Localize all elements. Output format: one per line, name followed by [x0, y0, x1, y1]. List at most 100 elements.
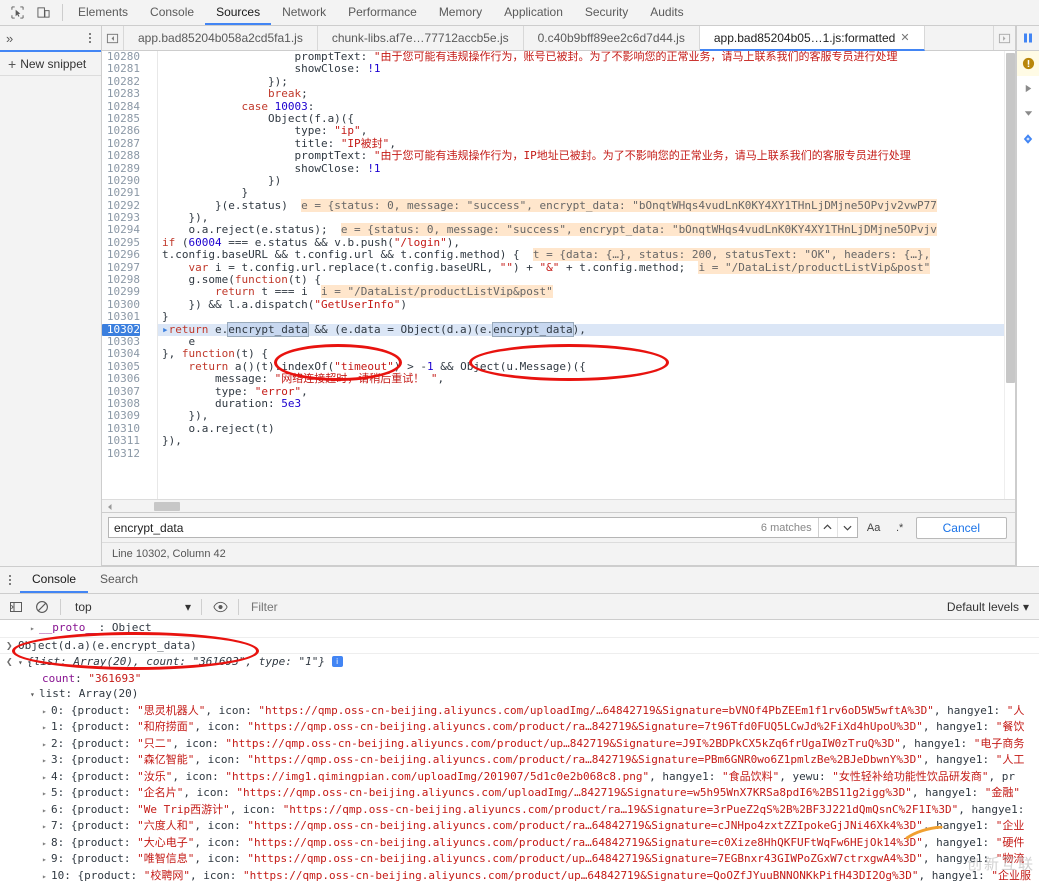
- drawer-menu-icon[interactable]: [0, 567, 20, 593]
- code-line[interactable]: o.a.reject(t): [158, 423, 1015, 435]
- execution-context-select[interactable]: top ▾: [67, 597, 195, 617]
- line-number[interactable]: 10288: [102, 150, 140, 162]
- tabs-scroll-right-icon[interactable]: [993, 26, 1015, 50]
- editor-tab-3[interactable]: app.bad85204b05…1.js:formatted ✕: [700, 26, 925, 51]
- tab-security[interactable]: Security: [574, 0, 639, 25]
- code-vscroll-thumb[interactable]: [1006, 53, 1015, 383]
- code-line[interactable]: showClose: !1: [158, 163, 1015, 175]
- code-line[interactable]: duration: 5e3: [158, 398, 1015, 410]
- tab-application[interactable]: Application: [493, 0, 574, 25]
- console-array-row[interactable]: ▸10: {product: "校聘网", icon: "https://qmp…: [0, 868, 1039, 885]
- editor-tab-0[interactable]: app.bad85204b058a2cd5fa1.js: [124, 26, 318, 50]
- code-line[interactable]: e: [158, 336, 1015, 348]
- hscroll-left-icon[interactable]: [104, 501, 115, 512]
- line-number[interactable]: 10281: [102, 63, 140, 75]
- search-input[interactable]: [109, 518, 755, 537]
- code-line[interactable]: t.config.baseURL && t.config.url && t.co…: [158, 249, 1015, 261]
- editor-tab-2[interactable]: 0.c40b9bff89ee2c6d7d44.js: [524, 26, 700, 50]
- console-array-row[interactable]: ▸6: {product: "We Trip西游计", icon: "https…: [0, 802, 1039, 819]
- code-line[interactable]: }),: [158, 435, 1015, 447]
- warning-icon[interactable]: [1017, 51, 1039, 76]
- tab-console[interactable]: Console: [139, 0, 205, 25]
- code-line[interactable]: }: [158, 187, 1015, 199]
- line-number[interactable]: 10309: [102, 410, 140, 422]
- console-array-row[interactable]: ▸3: {product: "森亿智能", icon: "https://qmp…: [0, 752, 1039, 769]
- console-input-expression[interactable]: ❯Object(d.a)(e.encrypt_data): [0, 637, 1039, 655]
- code-line[interactable]: }, function(t) {: [158, 348, 1015, 360]
- cancel-button[interactable]: Cancel: [916, 517, 1007, 539]
- console-array-row[interactable]: ▸2: {product: "只二", icon: "https://qmp.o…: [0, 736, 1039, 753]
- code-line[interactable]: }(e.status) e = {status: 0, message: "su…: [158, 200, 1015, 212]
- line-number[interactable]: 10311: [102, 435, 140, 447]
- code-line[interactable]: type: "ip",: [158, 125, 1015, 137]
- step-into-icon[interactable]: [1017, 101, 1039, 126]
- drawer-tab-console[interactable]: Console: [20, 567, 88, 593]
- code-line[interactable]: }): [158, 175, 1015, 187]
- search-prev-button[interactable]: [819, 518, 838, 537]
- editor-tab-1[interactable]: chunk-libs.af7e…77712accb5e.js: [318, 26, 524, 50]
- code-vertical-scrollbar[interactable]: [1004, 51, 1015, 499]
- code-content[interactable]: promptText: "由于您可能有违规操作行为，账号已被封。为了不影响您的正…: [158, 51, 1015, 499]
- new-snippet-button[interactable]: + New snippet: [0, 52, 101, 76]
- code-editor[interactable]: 1028010281102821028310284102851028610287…: [102, 51, 1015, 499]
- console-array-row[interactable]: ▸7: {product: "六度人和", icon: "https://qmp…: [0, 818, 1039, 835]
- more-tabs-icon[interactable]: »: [6, 32, 14, 45]
- line-number[interactable]: 10291: [102, 187, 140, 199]
- pause-resume-button[interactable]: [1017, 26, 1039, 51]
- regex-toggle[interactable]: .*: [890, 518, 910, 538]
- code-line[interactable]: }) && l.a.dispatch("GetUserInfo"): [158, 299, 1015, 311]
- navigator-menu-icon[interactable]: [83, 33, 97, 43]
- line-number[interactable]: 10301: [102, 311, 140, 323]
- console-array-row[interactable]: ▸9: {product: "唯智信息", icon: "https://qmp…: [0, 851, 1039, 868]
- tab-elements[interactable]: Elements: [67, 0, 139, 25]
- line-number[interactable]: 10283: [102, 88, 140, 100]
- clear-console-icon[interactable]: [30, 596, 54, 618]
- tab-performance[interactable]: Performance: [337, 0, 428, 25]
- code-line[interactable]: }),: [158, 410, 1015, 422]
- console-proto-row[interactable]: ▸__proto__: Object: [0, 620, 1039, 637]
- console-array-row[interactable]: ▸1: {product: "和府捞面", icon: "https://qmp…: [0, 719, 1039, 736]
- line-number[interactable]: 10306: [102, 373, 140, 385]
- code-hscroll-thumb[interactable]: [154, 502, 180, 511]
- match-case-toggle[interactable]: Aa: [864, 518, 884, 538]
- code-line[interactable]: showClose: !1: [158, 63, 1015, 75]
- console-levels-select[interactable]: Default levels ▾: [937, 600, 1039, 614]
- line-number[interactable]: 10312: [102, 448, 140, 460]
- console-sidebar-icon[interactable]: [4, 596, 28, 618]
- line-number[interactable]: 10294: [102, 224, 140, 236]
- console-object-property[interactable]: count: "361693": [0, 671, 1039, 687]
- console-array-row[interactable]: ▸5: {product: "企名片", icon: "https://qmp.…: [0, 785, 1039, 802]
- code-line[interactable]: [158, 448, 1015, 460]
- code-fold-column[interactable]: [146, 51, 158, 499]
- tab-sources[interactable]: Sources: [205, 0, 271, 25]
- tab-memory[interactable]: Memory: [428, 0, 493, 25]
- live-expression-icon[interactable]: [208, 596, 232, 618]
- code-horizontal-scrollbar[interactable]: [102, 499, 1015, 512]
- console-array-row[interactable]: ▸4: {product: "汝乐", icon: "https://img1.…: [0, 769, 1039, 786]
- console-array-row[interactable]: ▸0: {product: "思灵机器人", icon: "https://qm…: [0, 703, 1039, 720]
- console-filter-input[interactable]: [245, 597, 935, 617]
- deactivate-breakpoints-icon[interactable]: [1017, 126, 1039, 151]
- console-array-row[interactable]: ▸8: {product: "大心电子", icon: "https://qmp…: [0, 835, 1039, 852]
- code-line[interactable]: o.a.reject(e.status); e = {status: 0, me…: [158, 224, 1015, 236]
- code-line[interactable]: ▸return e.encrypt_data && (e.data = Obje…: [158, 324, 1015, 336]
- console-message-list[interactable]: 创新互联 ▸__proto__: Object❯Object(d.a)(e.en…: [0, 620, 1039, 892]
- console-object-property[interactable]: ▾list: Array(20): [0, 686, 1039, 703]
- tab-audits[interactable]: Audits: [639, 0, 694, 25]
- line-number[interactable]: 10286: [102, 125, 140, 137]
- navigator-file-list[interactable]: [0, 76, 101, 566]
- drawer-tab-search[interactable]: Search: [88, 567, 150, 593]
- device-toolbar-icon[interactable]: [32, 3, 54, 23]
- tab-network[interactable]: Network: [271, 0, 337, 25]
- tabs-scroll-left-icon[interactable]: [102, 26, 124, 50]
- code-line[interactable]: }: [158, 311, 1015, 323]
- close-icon[interactable]: ✕: [900, 31, 909, 44]
- console-output-object[interactable]: ❮▾{list: Array(20), count: "361693", typ…: [0, 654, 1039, 671]
- inspect-element-icon[interactable]: [6, 3, 28, 23]
- code-line[interactable]: return t === i i = "/DataList/productLis…: [158, 286, 1015, 298]
- line-number[interactable]: 10299: [102, 286, 140, 298]
- step-over-icon[interactable]: [1017, 76, 1039, 101]
- search-next-button[interactable]: [838, 518, 857, 537]
- line-number[interactable]: 10296: [102, 249, 140, 261]
- code-line[interactable]: promptText: "由于您可能有违规操作行为，IP地址已被封。为了不影响您…: [158, 150, 1015, 162]
